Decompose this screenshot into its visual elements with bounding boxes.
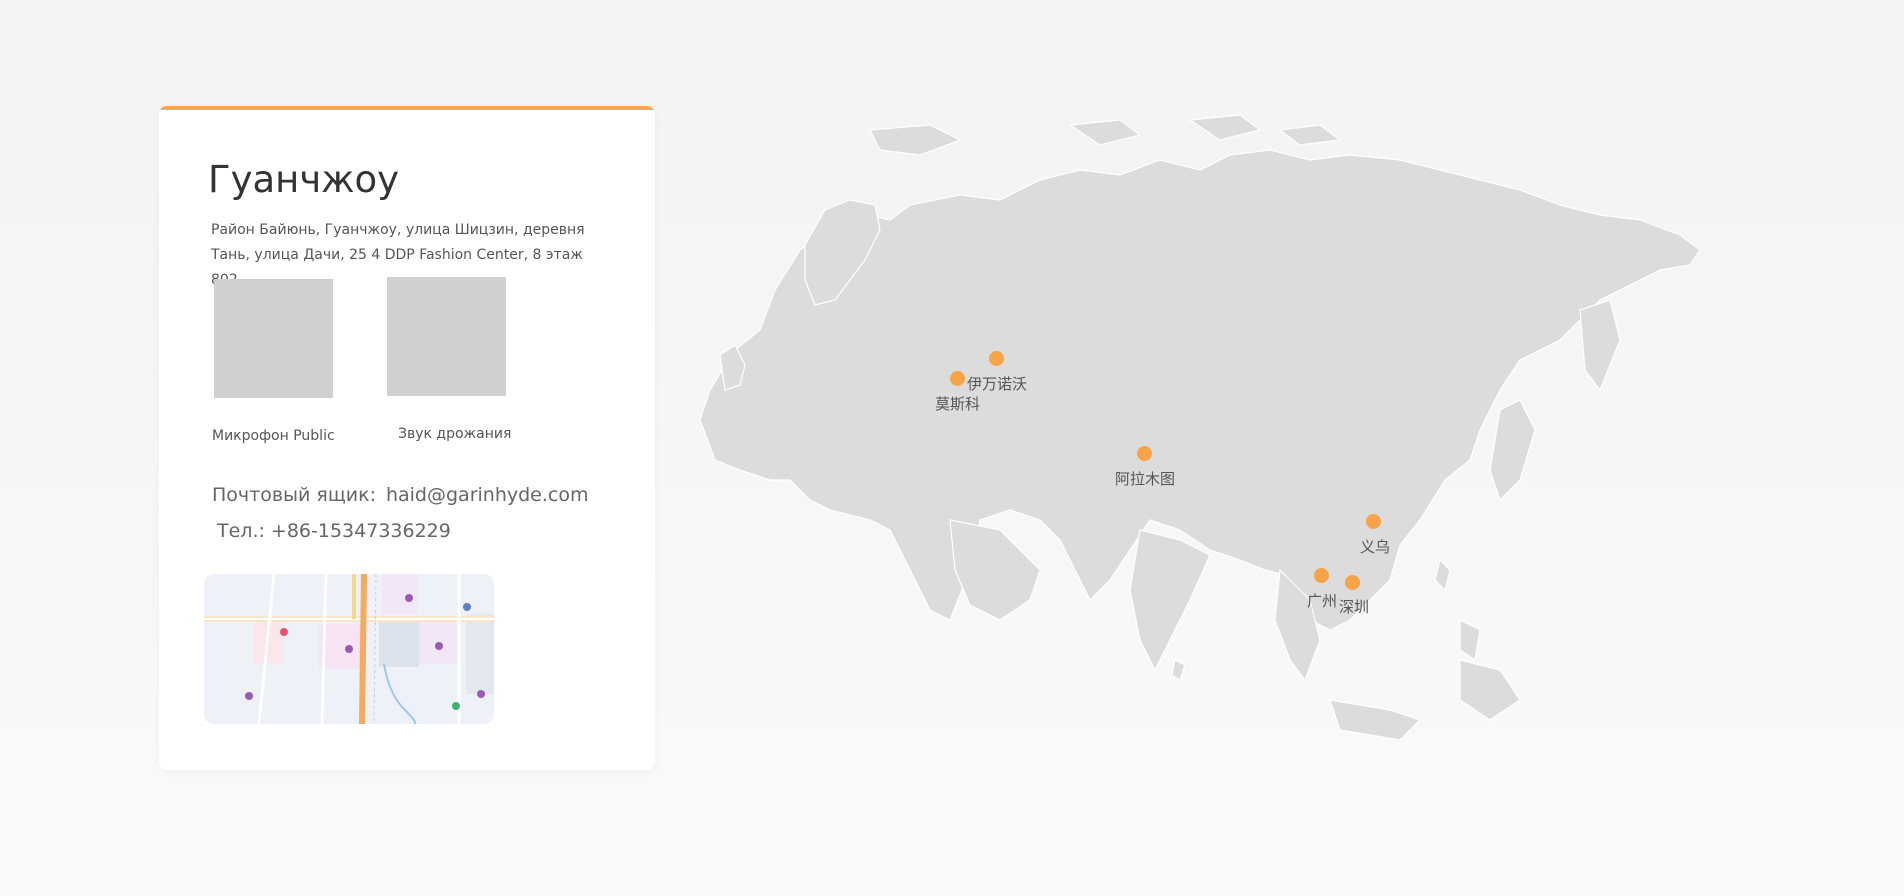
email-link[interactable]: haid@garinhyde.com xyxy=(386,484,589,506)
map-label-yiwu: 义乌 xyxy=(1360,538,1391,556)
eurasia-map-graphic xyxy=(699,114,1701,741)
address-line-1: Район Байюнь, Гуанчжоу, улица Шицзин, де… xyxy=(211,222,585,238)
office-city-title: Гуанчжоу xyxy=(208,158,400,201)
street-map-graphic xyxy=(204,574,494,724)
office-card: Гуанчжоу Район Байюнь, Гуанчжоу, улица Ш… xyxy=(159,106,655,770)
world-map: 伊万诺沃 莫斯科 阿拉木图 义乌 广州 深圳 xyxy=(699,100,1760,790)
map-label-almaty: 阿拉木图 xyxy=(1115,470,1176,488)
email-row: Почтовый ящик: haid@garinhyde.com xyxy=(212,484,588,506)
map-label-guangzhou: 广州 xyxy=(1307,592,1338,610)
qr-label-1: Микрофон Public xyxy=(212,428,335,444)
map-pin-almaty[interactable] xyxy=(1137,446,1152,461)
qr-label-2: Звук дрожания xyxy=(398,426,512,442)
map-pin-shenzhen[interactable] xyxy=(1345,575,1360,590)
qr-code-image-1 xyxy=(214,279,333,398)
map-label-shenzhen: 深圳 xyxy=(1339,598,1370,616)
card-accent-bar xyxy=(159,106,655,110)
map-label-moscow: 莫斯科 xyxy=(935,395,981,413)
phone-number: Тел.: +86-15347336229 xyxy=(217,520,451,542)
map-pin-yiwu[interactable] xyxy=(1366,514,1381,529)
map-label-ivanovo: 伊万诺沃 xyxy=(967,375,1028,393)
email-label: Почтовый ящик: xyxy=(212,484,376,506)
map-pin-guangzhou[interactable] xyxy=(1314,568,1329,583)
map-pin-ivanovo[interactable] xyxy=(989,351,1004,366)
map-pin-moscow[interactable] xyxy=(950,371,965,386)
office-location-map[interactable] xyxy=(204,574,494,724)
qr-code-image-2 xyxy=(387,277,506,396)
